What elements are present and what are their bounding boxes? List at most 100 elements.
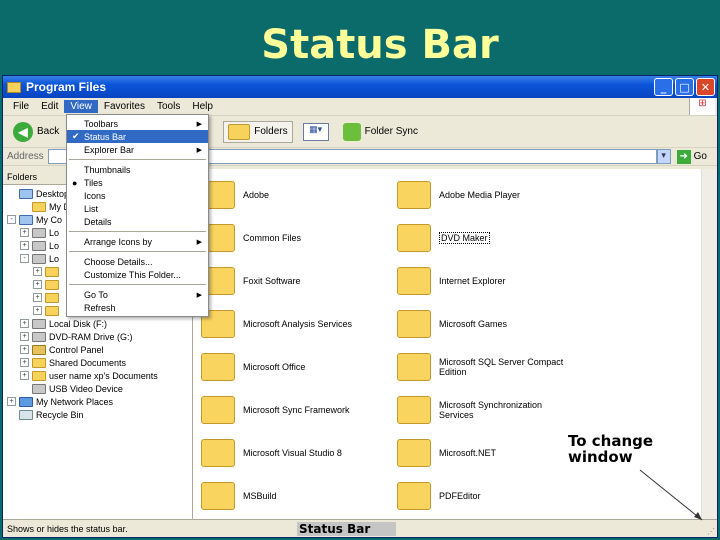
folder-tile[interactable]: Adobe bbox=[201, 175, 391, 215]
tree-item[interactable]: USB Video Device bbox=[3, 382, 192, 395]
title-bar[interactable]: Program Files _ □ ✕ bbox=[3, 76, 717, 98]
folder-tile[interactable]: Microsoft Games bbox=[397, 304, 587, 344]
folder-tile[interactable]: Foxit Software bbox=[201, 261, 391, 301]
folder-tile[interactable]: Internet Explorer bbox=[397, 261, 587, 301]
tree-item-label: Lo bbox=[49, 240, 60, 251]
expand-icon[interactable]: + bbox=[20, 358, 29, 367]
desktop-icon bbox=[19, 188, 33, 199]
maximize-button[interactable]: □ bbox=[675, 78, 694, 96]
menu-item-status-bar[interactable]: ✔ Status Bar bbox=[67, 130, 208, 143]
expand-icon[interactable]: + bbox=[20, 228, 29, 237]
menu-item-refresh[interactable]: Refresh bbox=[67, 301, 208, 314]
tree-item-label: Local Disk (F:) bbox=[49, 318, 108, 329]
folder-icon bbox=[397, 396, 431, 424]
tree-item[interactable]: + Control Panel bbox=[3, 343, 192, 356]
folders-label: Folders bbox=[254, 126, 288, 137]
menu-item-explorer-bar[interactable]: Explorer Bar ▶ bbox=[67, 143, 208, 156]
menu-item-tiles[interactable]: ● Tiles bbox=[67, 176, 208, 189]
folder-name: Microsoft Synchronization Services bbox=[439, 400, 543, 420]
tree-item-label: USB Video Device bbox=[49, 383, 123, 394]
menu-item-arrange-icons-by[interactable]: Arrange Icons by ▶ bbox=[67, 235, 208, 248]
go-button[interactable]: ➜ Go bbox=[676, 149, 707, 164]
expand-icon[interactable]: + bbox=[20, 319, 29, 328]
tree-item-label: Lo bbox=[49, 253, 60, 264]
folder-icon bbox=[397, 224, 431, 252]
folder-tile[interactable]: MSBuild bbox=[201, 476, 391, 516]
folder-name: MSBuild bbox=[243, 491, 277, 501]
folder-icon bbox=[45, 266, 59, 277]
folder-icon bbox=[397, 310, 431, 338]
expand-icon[interactable]: + bbox=[33, 267, 42, 276]
expand-icon[interactable]: + bbox=[33, 280, 42, 289]
menu-help[interactable]: Help bbox=[186, 100, 219, 113]
tree-item-label: Lo bbox=[49, 227, 60, 238]
folder-icon bbox=[201, 396, 235, 424]
expand-icon[interactable]: + bbox=[33, 306, 42, 315]
views-button[interactable]: ▦▾ bbox=[299, 121, 333, 143]
folder-icon bbox=[397, 439, 431, 467]
tree-item[interactable]: + Local Disk (F:) bbox=[3, 317, 192, 330]
collapse-icon[interactable]: - bbox=[7, 215, 16, 224]
tree-item[interactable]: + Shared Documents bbox=[3, 356, 192, 369]
menu-item-go-to[interactable]: Go To ▶ bbox=[67, 288, 208, 301]
folder-name: Microsoft Sync Framework bbox=[243, 405, 350, 415]
folder-tile[interactable]: Common Files bbox=[201, 218, 391, 258]
menu-file[interactable]: File bbox=[7, 100, 35, 113]
menu-tools[interactable]: Tools bbox=[151, 100, 186, 113]
expand-icon[interactable]: + bbox=[7, 397, 16, 406]
menu-item-icons[interactable]: Icons bbox=[67, 189, 208, 202]
address-label: Address bbox=[7, 151, 44, 162]
tree-item[interactable]: Recycle Bin bbox=[3, 408, 192, 421]
computer-icon bbox=[19, 214, 33, 225]
folder-sync-label: Folder Sync bbox=[364, 126, 418, 137]
expand-icon[interactable]: + bbox=[20, 241, 29, 250]
back-button[interactable]: ◀ Back bbox=[9, 120, 63, 144]
folder-tile[interactable]: Microsoft SQL Server Compact Edition bbox=[397, 347, 587, 387]
radio-dot-icon: ● bbox=[72, 177, 78, 188]
expand-icon[interactable]: + bbox=[33, 293, 42, 302]
folder-tile[interactable]: Microsoft Analysis Services bbox=[201, 304, 391, 344]
folder-tiles: Adobe Adobe Media Player Common Files DVD M… bbox=[193, 169, 717, 519]
menu-item-list[interactable]: List bbox=[67, 202, 208, 215]
tree-item[interactable]: + DVD-RAM Drive (G:) bbox=[3, 330, 192, 343]
menu-favorites[interactable]: Favorites bbox=[98, 100, 151, 113]
folder-tile[interactable]: Adobe Media Player bbox=[397, 175, 587, 215]
folder-tile[interactable]: Microsoft Synchronization Services bbox=[397, 390, 587, 430]
tree-item[interactable]: + user name xp's Documents bbox=[3, 369, 192, 382]
folder-name: Adobe Media Player bbox=[439, 190, 521, 200]
menu-item-details[interactable]: Details bbox=[67, 215, 208, 228]
tree-item-label: Shared Documents bbox=[49, 357, 127, 368]
resize-grip-icon[interactable]: ⋰ bbox=[707, 527, 715, 536]
folder-tile[interactable]: Microsoft Office bbox=[201, 347, 391, 387]
menu-item-choose-details[interactable]: Choose Details... bbox=[67, 255, 208, 268]
menu-view[interactable]: View bbox=[64, 100, 98, 113]
vertical-scrollbar[interactable] bbox=[701, 169, 717, 519]
folder-tile[interactable]: Microsoft.NET bbox=[397, 433, 587, 473]
folder-tile[interactable]: Microsoft Sync Framework bbox=[201, 390, 391, 430]
tree-item-label: Recycle Bin bbox=[36, 409, 84, 420]
tree-item-label: DVD-RAM Drive (G:) bbox=[49, 331, 133, 342]
menu-edit[interactable]: Edit bbox=[35, 100, 64, 113]
go-arrow-icon: ➜ bbox=[676, 149, 691, 164]
annotation-line-2: window bbox=[568, 448, 633, 466]
folder-name: Adobe bbox=[243, 190, 270, 200]
tree-item[interactable]: + My Network Places bbox=[3, 395, 192, 408]
expand-icon[interactable]: + bbox=[20, 345, 29, 354]
menu-item-toolbars[interactable]: Toolbars ▶ bbox=[67, 117, 208, 130]
address-dropdown-button[interactable]: ▾ bbox=[656, 149, 671, 164]
close-button[interactable]: ✕ bbox=[696, 78, 715, 96]
collapse-icon[interactable]: - bbox=[20, 254, 29, 263]
menu-item-label: Icons bbox=[84, 190, 106, 201]
folder-tile[interactable]: PDFEditor bbox=[397, 476, 587, 516]
control-panel-icon bbox=[32, 344, 46, 355]
drive-icon bbox=[32, 318, 46, 329]
folder-tile[interactable]: DVD Maker bbox=[397, 218, 587, 258]
expand-icon[interactable]: + bbox=[20, 332, 29, 341]
folder-sync-button[interactable]: Folder Sync bbox=[339, 121, 422, 143]
expand-icon[interactable]: + bbox=[20, 371, 29, 380]
folders-button[interactable]: Folders bbox=[223, 120, 293, 143]
menu-item-customize-this-folder[interactable]: Customize This Folder... bbox=[67, 268, 208, 281]
minimize-button[interactable]: _ bbox=[654, 78, 673, 96]
folder-tile[interactable]: Microsoft Visual Studio 8 bbox=[201, 433, 391, 473]
menu-item-thumbnails[interactable]: Thumbnails bbox=[67, 163, 208, 176]
